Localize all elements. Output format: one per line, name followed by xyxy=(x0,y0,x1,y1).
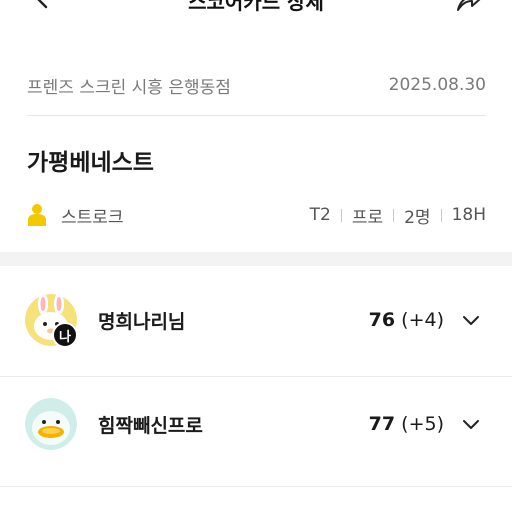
player-row[interactable]: 힘짝빼신프로 77 (+5) xyxy=(0,370,512,478)
page-title: 스코어카드 상세 xyxy=(188,0,324,14)
app-header: 스코어카드 상세 xyxy=(0,0,512,20)
duck-character-avatar xyxy=(25,398,77,450)
divider xyxy=(0,486,512,487)
level-label: 프로 xyxy=(351,207,384,228)
chevron-down-icon[interactable] xyxy=(460,309,482,331)
separator xyxy=(340,208,342,222)
separator xyxy=(440,208,442,222)
score-value: 77 xyxy=(368,413,396,435)
share-button[interactable] xyxy=(452,0,484,16)
game-mode-row: 스트로크 T2 프로 2명 18H xyxy=(27,200,486,230)
venue-name: 프렌즈 스크린 시흥 은행동점 xyxy=(27,77,231,98)
venue-date-row: 프렌즈 스크린 시흥 은행동점 2025.08.30 xyxy=(27,70,486,100)
player-row[interactable]: 나 명희나리님 76 (+4) xyxy=(0,266,512,374)
tee-label: T2 xyxy=(309,205,331,225)
player-count: 2명 xyxy=(404,207,431,228)
divider xyxy=(27,115,486,116)
player-avatar xyxy=(25,398,77,450)
player-score: 76 (+4) xyxy=(369,309,444,331)
player-name: 명희나리님 xyxy=(98,310,186,333)
person-icon xyxy=(28,204,46,226)
share-icon xyxy=(457,0,481,11)
separator xyxy=(393,208,395,222)
player-name: 힘짝빼신프로 xyxy=(98,414,203,437)
score-value: 76 xyxy=(368,309,396,331)
game-settings: T2 프로 2명 18H xyxy=(310,203,486,228)
me-badge: 나 xyxy=(52,322,78,348)
player-avatar: 나 xyxy=(25,293,78,348)
section-separator xyxy=(0,252,512,266)
course-name: 가평베네스트 xyxy=(27,150,154,176)
game-mode-label: 스트로크 xyxy=(61,207,124,228)
play-date: 2025.08.30 xyxy=(388,75,486,95)
player-score: 77 (+5) xyxy=(369,413,444,435)
score-diff: (+5) xyxy=(401,413,444,435)
chevron-down-icon[interactable] xyxy=(460,413,482,435)
score-diff: (+4) xyxy=(401,309,444,331)
scorecard-detail-screen: 스코어카드 상세 프렌즈 스크린 시흥 은행동점 2025.08.30 가평베네… xyxy=(0,0,512,512)
hole-count: 18H xyxy=(451,205,486,225)
